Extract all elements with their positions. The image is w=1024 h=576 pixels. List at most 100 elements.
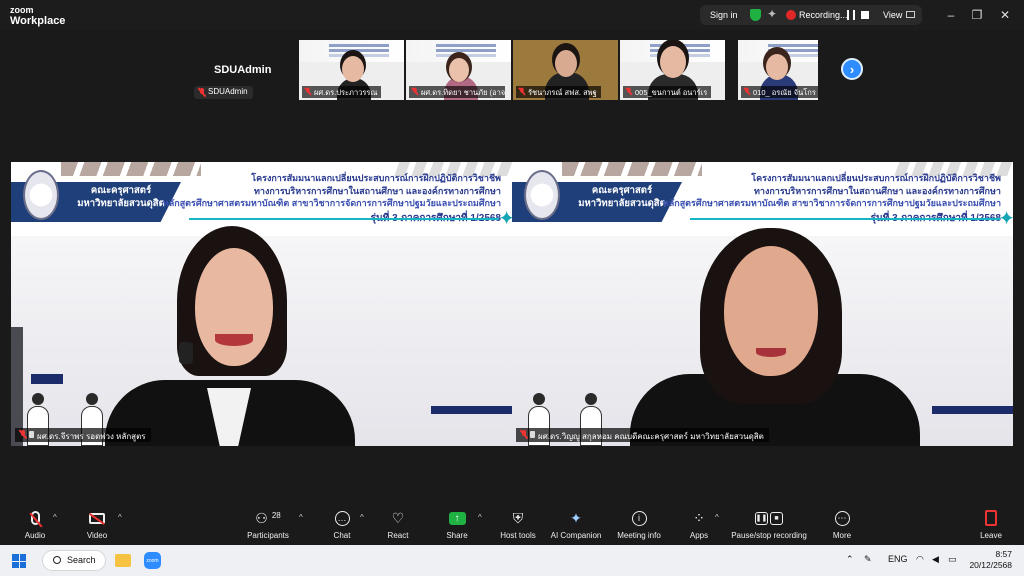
ai-sparkle-icon[interactable]: ✦ <box>767 7 777 21</box>
microphone-icon <box>179 342 193 364</box>
sign-in-link[interactable]: Sign in <box>710 10 738 20</box>
battery-icon[interactable]: ▭ <box>948 554 957 565</box>
chat-icon: … <box>334 510 350 526</box>
more-label: More <box>832 531 852 540</box>
leave-icon <box>985 510 997 526</box>
apps-caret-icon[interactable]: ^ <box>715 513 719 522</box>
self-view-name: SDUAdmin <box>214 64 272 76</box>
pause-stop-label: Pause/stop recording <box>731 531 807 540</box>
pin-icon <box>29 431 34 438</box>
university-seal-icon <box>524 170 560 220</box>
volume-icon[interactable]: ◀ <box>932 554 939 565</box>
video-button[interactable]: Video <box>82 508 112 540</box>
taskbar-search[interactable]: Search <box>42 550 106 571</box>
thumbnail-label: ผศ.ดร.ประภาวรรณ <box>302 86 382 98</box>
muted-mic-icon <box>19 430 27 439</box>
zoom-app-icon[interactable]: zoom <box>144 552 161 569</box>
meeting-status-pill: Sign in ✦ Recording... View <box>700 5 922 25</box>
wifi-icon[interactable]: ◠ <box>916 554 924 565</box>
heart-icon: ♡ <box>391 509 405 526</box>
participants-button[interactable]: ⚇ 28 Participants <box>246 508 290 541</box>
video-tile-left[interactable]: คณะครุศาสตร์ มหาวิทยาลัยสวนดุสิต โครงการ… <box>11 162 513 446</box>
pause-recording-icon[interactable] <box>847 10 855 20</box>
participants-count: 28 <box>271 510 281 520</box>
ai-companion-label: AI Companion <box>550 531 602 540</box>
participant-name: ผศ.ดร.จีราพร รอดพ่วง หลักสูตร <box>37 432 146 441</box>
file-explorer-icon[interactable] <box>115 554 131 567</box>
faculty-line1: คณะครุศาสตร์ <box>90 185 152 196</box>
stop-recording-icon[interactable] <box>861 11 869 19</box>
meeting-info-button[interactable]: i Meeting info <box>614 508 664 540</box>
participant-thumbnail[interactable]: รัชนาภรณ์ สฟส. สพฐ <box>513 40 618 100</box>
thumbnail-name: ผศ.ดร.ทิดยา ชานภัย (อาจ... <box>421 88 505 97</box>
chat-button[interactable]: … Chat <box>327 508 357 540</box>
tray-chevron-icon[interactable]: ⌃ <box>846 554 854 565</box>
share-label: Share <box>446 531 468 540</box>
zoom-logo: zoom Workplace <box>10 5 65 27</box>
sparkle-star-icon: ✦ <box>498 208 513 230</box>
slide-header: คณะครุศาสตร์ มหาวิทยาลัยสวนดุสิต โครงการ… <box>512 162 1013 236</box>
participants-label: Participants <box>247 531 289 540</box>
thumbnail-label: ผศ.ดร.ทิดยา ชานภัย (อาจ... <box>409 86 505 98</box>
host-tools-button[interactable]: ⛨ Host tools <box>496 508 540 541</box>
windows-start-icon[interactable] <box>12 554 26 568</box>
decor-shelf <box>31 374 63 384</box>
chevron-right-icon: › <box>849 61 855 77</box>
thumbnail-label: 005_ขนกานต์ อนาร์เร <box>623 86 712 98</box>
minimize-button[interactable]: – <box>944 8 958 22</box>
close-button[interactable]: ✕ <box>998 8 1012 22</box>
react-button[interactable]: ♡ React <box>383 508 413 541</box>
muted-mic-icon <box>520 430 528 439</box>
video-tile-right[interactable]: คณะครุศาสตร์ มหาวิทยาลัยสวนดุสิต โครงการ… <box>512 162 1013 446</box>
apps-label: Apps <box>689 531 709 540</box>
participants-caret-icon[interactable]: ^ <box>299 513 303 522</box>
audio-button[interactable]: Audio <box>20 508 50 540</box>
share-caret-icon[interactable]: ^ <box>478 513 482 522</box>
title-line2: ทางการบริหารการศึกษาในสถานศึกษา และองค์ก… <box>253 185 501 196</box>
pause-stop-icon: ❚❚ ■ <box>755 511 783 525</box>
brand-line1: zoom <box>10 5 34 15</box>
muted-mic-icon <box>744 87 751 96</box>
meeting-info-label: Meeting info <box>617 531 661 540</box>
decor-shelf <box>932 406 1013 414</box>
pause-stop-recording-button[interactable]: ❚❚ ■ Pause/stop recording <box>728 508 810 540</box>
video-options-caret-icon[interactable]: ^ <box>118 513 122 522</box>
participant-thumbnail[interactable]: 005_ขนกานต์ อนาร์เร <box>620 40 725 100</box>
recording-indicator-icon <box>786 10 796 20</box>
muted-mic-icon <box>198 88 206 97</box>
apps-icon: ⁘ <box>693 509 705 526</box>
speaker-face <box>195 248 273 366</box>
share-screen-icon: ↑ <box>448 511 466 525</box>
leave-label: Leave <box>980 531 1002 540</box>
video-label: Video <box>86 531 108 540</box>
search-label: Search <box>67 555 96 565</box>
view-button[interactable]: View <box>883 10 902 20</box>
next-page-button[interactable]: › <box>841 58 863 80</box>
ai-sparkle-icon: ✦ <box>570 509 582 526</box>
language-indicator[interactable]: ENG <box>888 554 908 564</box>
participant-thumbnail[interactable]: ผศ.ดร.ประภาวรรณ <box>299 40 404 100</box>
view-grid-icon[interactable] <box>906 11 915 18</box>
more-button[interactable]: ⋯ More <box>828 508 856 540</box>
apps-button[interactable]: ⁘ Apps <box>684 508 714 541</box>
participant-thumbnail[interactable]: 010_ อรณัย จันโกร <box>738 40 818 100</box>
security-shield-icon[interactable] <box>750 9 761 21</box>
participant-name: ผศ.ดร.วิญญู สกุลหอม คณบดีคณะครุศาสตร์ มห… <box>538 432 764 441</box>
speaker-mouth <box>756 348 786 357</box>
leave-button[interactable]: Leave <box>976 508 1006 540</box>
share-button[interactable]: ↑ Share <box>442 508 472 540</box>
chat-caret-icon[interactable]: ^ <box>360 513 364 522</box>
system-clock[interactable]: 8:57 20/12/2568 <box>969 549 1012 571</box>
ai-companion-button[interactable]: ✦ AI Companion <box>548 508 604 541</box>
thumbnail-name: 010_ อรณัย จันโกร <box>753 88 816 97</box>
info-icon: i <box>631 510 647 526</box>
audio-options-caret-icon[interactable]: ^ <box>53 513 57 522</box>
participant-thumbnail[interactable]: ผศ.ดร.ทิดยา ชานภัย (อาจ... <box>406 40 511 100</box>
participants-icon: ⚇ <box>255 509 268 526</box>
thumbnail-name: 005_ขนกานต์ อนาร์เร <box>635 88 708 97</box>
university-seal-icon <box>23 170 59 220</box>
pen-icon[interactable]: ✎ <box>864 554 872 565</box>
muted-mic-icon <box>305 87 312 96</box>
maximize-button[interactable]: ❐ <box>970 8 984 22</box>
clock-time: 8:57 <box>995 549 1012 559</box>
